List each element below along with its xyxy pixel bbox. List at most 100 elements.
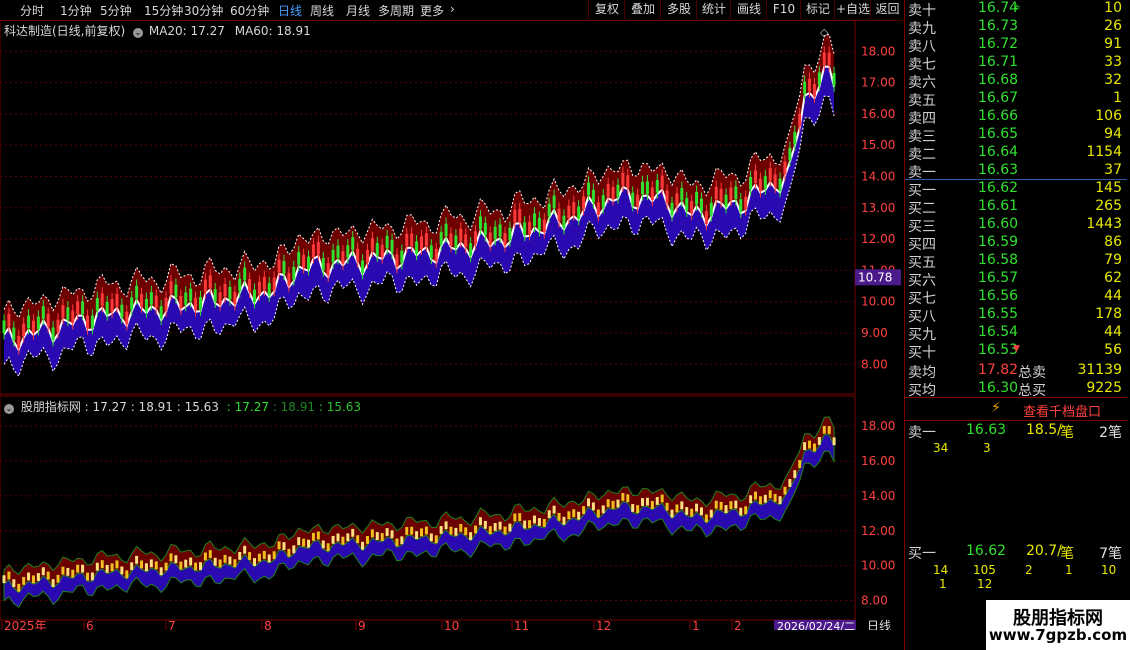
order-qty: 1 xyxy=(939,577,947,591)
ask-level-row[interactable]: 卖四 16.66 106 xyxy=(908,108,1126,127)
candle-body xyxy=(130,297,134,310)
candle-body xyxy=(380,244,384,258)
toolbar-button-4[interactable]: 画线 xyxy=(730,0,767,19)
period-toolbar: 分时 1分钟 5分钟 15分钟 30分钟 60分钟 日线 周线 月线 多周期 更多 › 复权 叠加 多股 统计… xyxy=(0,0,903,21)
period-tab-3[interactable]: 15分钟 xyxy=(144,2,183,19)
candle-body xyxy=(17,335,21,349)
ask-level-row[interactable]: 卖六 16.68 32 xyxy=(908,72,1126,91)
sub-bar xyxy=(812,443,816,452)
sub-bar xyxy=(798,460,802,468)
toolbar-button-2[interactable]: 多股 xyxy=(660,0,697,19)
candle-body xyxy=(31,320,35,334)
period-tab-5[interactable]: 60分钟 xyxy=(230,2,269,19)
candle-body xyxy=(459,228,463,242)
candle-body xyxy=(257,281,261,295)
candle-body xyxy=(336,245,340,259)
candle-body xyxy=(518,209,522,222)
sub-bar xyxy=(695,503,699,512)
ma20-label: MA20: 17.27 xyxy=(148,24,225,38)
sub-bar xyxy=(400,536,404,545)
sub-bar xyxy=(415,531,419,540)
candle-body xyxy=(356,248,360,262)
thousand-book-button[interactable]: ⚡ 查看千档盘口 xyxy=(905,398,1127,420)
sub-bar xyxy=(81,564,85,573)
period-tab-0[interactable]: 分时 xyxy=(20,2,44,19)
sub-bar xyxy=(140,560,144,569)
toolbar-button-7[interactable]: +自选 xyxy=(834,0,871,19)
period-tab-7[interactable]: 周线 xyxy=(310,2,334,19)
sub-tick: 10.00 xyxy=(861,559,895,573)
bid-level-row[interactable]: 买四 16.59 86 xyxy=(908,234,1126,253)
ask-level-row[interactable]: 卖九 16.73 26 xyxy=(908,18,1126,37)
candle-body xyxy=(361,260,365,274)
ask-level-row[interactable]: 卖八 16.72 91 xyxy=(908,36,1126,55)
watermark-url: www.7gpzb.com xyxy=(988,626,1128,644)
bid-level-row[interactable]: 买八 16.55 178 xyxy=(908,306,1126,325)
sub-bar xyxy=(454,527,458,536)
ask-level-row[interactable]: 卖二 16.64 1154 xyxy=(908,144,1126,163)
toolbar-button-0[interactable]: 复权 xyxy=(588,0,625,19)
ask-level-row[interactable]: 卖七 16.71 33 xyxy=(908,54,1126,73)
x-axis-label: 1 xyxy=(692,619,700,630)
bid-level-row[interactable]: 买二 16.61 265 xyxy=(908,198,1126,217)
price-tick: 13.00 xyxy=(861,201,895,215)
candle-body xyxy=(194,297,198,311)
period-tab-4[interactable]: 30分钟 xyxy=(184,2,223,19)
toolbar-button-3[interactable]: 统计 xyxy=(696,0,731,19)
candle-body xyxy=(803,81,807,95)
period-tab-2[interactable]: 5分钟 xyxy=(100,2,132,19)
period-tab-9[interactable]: 多周期 xyxy=(378,2,414,19)
candle-body xyxy=(513,209,517,223)
period-tab-6[interactable]: 日线 xyxy=(278,2,302,19)
sub-bar xyxy=(778,496,782,505)
bid-level-row[interactable]: 买一 16.62 145 xyxy=(908,180,1126,199)
price-tick: 18.00 xyxy=(861,44,895,58)
stock-title: 科达制造(日线,前复权) xyxy=(4,24,126,38)
bid-level-row[interactable]: 买五 16.58 79 xyxy=(908,252,1126,271)
bid-level-row[interactable]: 买九 16.54 44 xyxy=(908,324,1126,343)
sub-bar xyxy=(636,505,640,514)
candle-body xyxy=(812,84,816,97)
candle-body xyxy=(729,187,733,201)
ask-level-row[interactable]: 卖三 16.65 94 xyxy=(908,126,1126,145)
toolbar-button-1[interactable]: 叠加 xyxy=(624,0,661,19)
sub-tick: 16.00 xyxy=(861,454,895,468)
settings-icon[interactable]: ⌄ xyxy=(4,404,14,414)
sub-bar xyxy=(763,494,767,503)
candle-body xyxy=(523,222,527,235)
settings-icon[interactable]: ⌄ xyxy=(133,28,144,38)
candle-body xyxy=(606,184,610,197)
candle-body xyxy=(164,297,168,311)
bid-level-row[interactable]: 买七 16.56 44 xyxy=(908,288,1126,307)
sub-bar xyxy=(808,440,812,449)
chart-area[interactable]: 18.0017.0016.0015.0014.0013.0012.0011.00… xyxy=(0,19,903,636)
ask-level-row[interactable]: 卖五 16.67 1 xyxy=(908,90,1126,109)
sub-bar xyxy=(22,576,26,585)
sub-bar xyxy=(61,566,65,575)
x-axis-label: 10 xyxy=(444,619,459,630)
toolbar-button-6[interactable]: 标记 xyxy=(800,0,835,19)
chart-canvas[interactable]: 18.0017.0016.0015.0014.0013.0012.0011.00… xyxy=(0,19,903,636)
candle-body xyxy=(587,182,590,196)
period-tab-8[interactable]: 月线 xyxy=(346,2,370,19)
sub-bar xyxy=(110,563,114,572)
sub-bar xyxy=(346,533,350,542)
period-tab-1[interactable]: 1分钟 xyxy=(60,2,92,19)
sub-bar xyxy=(483,520,487,529)
level-volume: 1 xyxy=(1113,90,1122,106)
period-tab-10[interactable]: 更多 xyxy=(420,2,444,19)
sub-bar xyxy=(675,504,679,513)
candle-body xyxy=(95,298,99,311)
candle-body xyxy=(537,217,541,231)
ask-level-row[interactable]: 卖一 16.63 37 xyxy=(908,162,1126,181)
candle-body xyxy=(154,295,158,309)
more-chevron-icon[interactable]: › xyxy=(450,2,455,16)
sub-bar xyxy=(365,535,369,544)
candle-body xyxy=(542,219,546,233)
toolbar-button-8[interactable]: 返回 xyxy=(870,0,904,19)
bid-level-row[interactable]: 买六 16.57 62 xyxy=(908,270,1126,289)
bid-level-row[interactable]: 买三 16.60 1443 xyxy=(908,216,1126,235)
sub-bar xyxy=(788,479,792,487)
toolbar-button-5[interactable]: F10 xyxy=(766,0,801,19)
level-volume: 10 xyxy=(1104,0,1122,16)
